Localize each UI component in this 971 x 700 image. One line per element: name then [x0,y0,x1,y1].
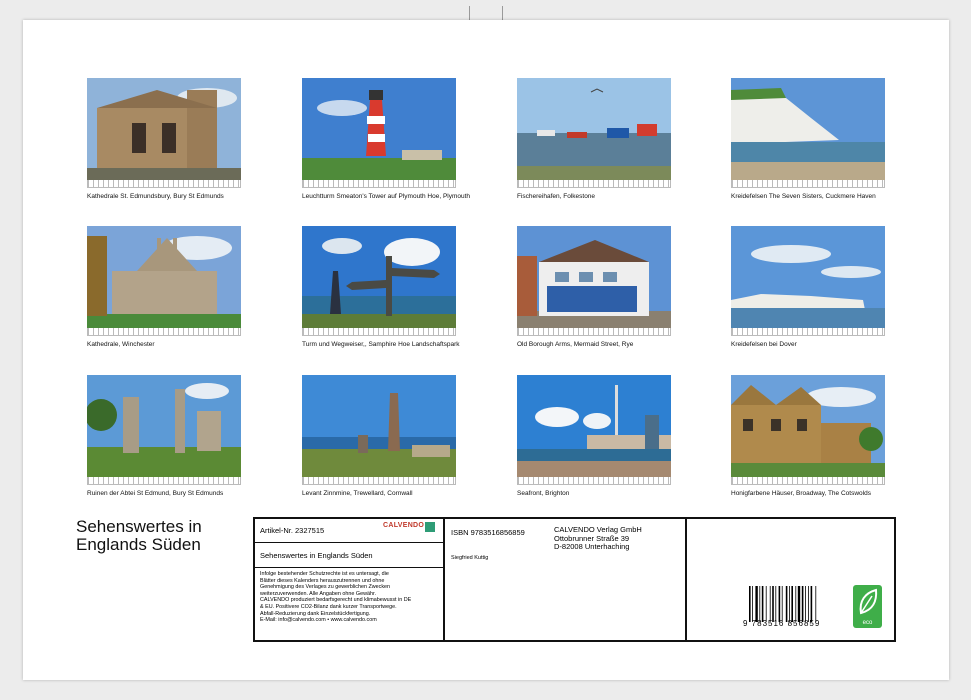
photo-caption: Kreidefelsen bei Dover [731,341,797,348]
calendar-month-thumbnail: Kreidefelsen bei Dover [731,226,885,348]
photo-lighthouse [302,78,456,180]
photo-mine [302,375,456,477]
eco-label: eco [862,620,873,626]
info-column-middle: ISBN 9783516856859 Siegfried Kuttig CALV… [445,519,687,640]
calendar-subtitle: Sehenswertes in Englands Süden [260,551,373,560]
calendar-title: Sehenswertes in Englands Süden [76,518,202,554]
photo-caption: Honigfarbene Häuser, Broadway, The Cotsw… [731,490,871,497]
title-line-2: Englands Süden [76,535,201,554]
photo-cotswolds [731,375,885,477]
day-strip [517,477,671,485]
info-column-left: Artikel-Nr. 2327515 CALVENDO Sehenswerte… [255,519,445,640]
title-line-1: Sehenswertes in [76,517,202,536]
calendar-month-thumbnail: Fischereihafen, Folkestone [517,78,671,200]
photo-caption: Turm und Wegweiser,, Samphire Hoe Landsc… [302,341,460,348]
subtitle-row: Sehenswertes in Englands Süden [255,543,443,568]
photo-cliffs [731,78,885,180]
calendar-month-thumbnail: Kreidefelsen The Seven Sisters, Cuckmere… [731,78,885,200]
photo-dover [731,226,885,328]
article-number: Artikel-Nr. 2327515 [260,526,325,535]
day-strip [302,328,456,336]
calendar-month-thumbnail: Kathedrale, Winchester [87,226,241,348]
legal-text: Infolge bestehender Schutzrechte ist es … [260,571,412,624]
photo-caption: Ruinen der Abtei St Edmund, Bury St Edmu… [87,490,224,497]
calendar-month-thumbnail: Honigfarbene Häuser, Broadway, The Cotsw… [731,375,885,497]
calendar-month-thumbnail: Ruinen der Abtei St Edmund, Bury St Edmu… [87,375,241,497]
photo-caption: Kathedrale, Winchester [87,341,155,348]
publisher-address: CALVENDO Verlag GmbH Ottobrunner Straße … [554,525,642,551]
calendar-month-thumbnail: Kathedrale St. Edmundsbury, Bury St Edmu… [87,78,241,200]
article-row: Artikel-Nr. 2327515 CALVENDO [255,519,443,543]
photo-caption: Seafront, Brighton [517,490,570,497]
photo-brighton [517,375,671,477]
day-strip [302,477,456,485]
day-strip [302,180,456,188]
day-strip [87,477,241,485]
calendar-month-thumbnail: Turm und Wegweiser,, Samphire Hoe Landsc… [302,226,460,348]
calendar-month-thumbnail: Levant Zinnmine, Trewellard, Cornwall [302,375,456,497]
info-column-right: 9 783516 856859 eco [687,519,894,640]
photo-caption: Kreidefelsen The Seven Sisters, Cuckmere… [731,193,876,200]
calendar-month-thumbnail: Seafront, Brighton [517,375,671,497]
leaf-icon [859,588,878,615]
photo-caption: Levant Zinnmine, Trewellard, Cornwall [302,490,413,497]
photo-caption: Fischereihafen, Folkestone [517,193,596,200]
day-strip [87,180,241,188]
photo-caption: Kathedrale St. Edmundsbury, Bury St Edmu… [87,193,224,200]
photo-ruins [87,375,241,477]
isbn: ISBN 9783516856859 [451,528,525,537]
photo-cathedral [87,78,241,180]
photo-caption: Old Borough Arms, Mermaid Street, Rye [517,341,634,348]
day-strip [517,180,671,188]
photo-harbour [517,78,671,180]
barcode-number: 9 783516 856859 [743,619,821,628]
legal-row: Infolge bestehender Schutzrechte ist es … [255,568,443,640]
day-strip [517,328,671,336]
day-strip [731,180,885,188]
photo-cathedral2 [87,226,241,328]
day-strip [87,328,241,336]
calvendo-logo-mark-icon [425,522,435,532]
eco-badge: eco [853,585,882,628]
day-strip [731,328,885,336]
calvendo-logo: CALVENDO [383,522,435,538]
photo-pub [517,226,671,328]
info-box: Artikel-Nr. 2327515 CALVENDO Sehenswerte… [253,517,896,642]
calendar-month-thumbnail: Old Borough Arms, Mermaid Street, Rye [517,226,671,348]
author: Siegfried Kuttig [451,555,489,561]
photo-caption: Leuchtturm Smeaton's Tower auf Plymouth … [302,193,471,200]
calendar-month-thumbnail: Leuchtturm Smeaton's Tower auf Plymouth … [302,78,471,200]
day-strip [731,477,885,485]
photo-signpost [302,226,456,328]
